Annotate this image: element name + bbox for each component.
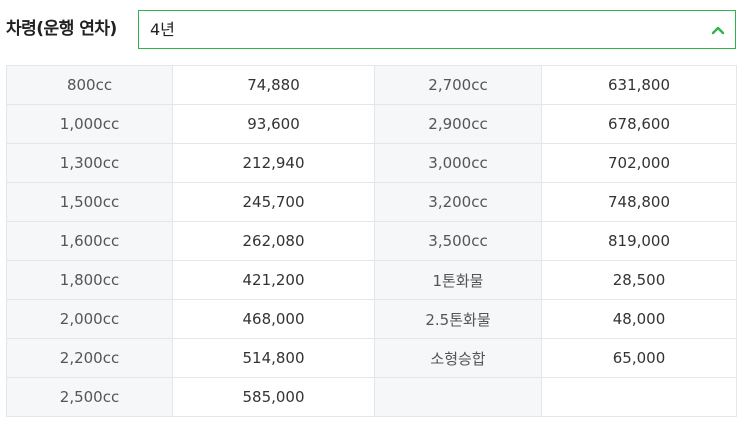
table-row: 1,600cc 262,080 3,500cc 819,000 — [6, 221, 737, 261]
displacement-cell: 1,800cc — [6, 260, 173, 300]
displacement-cell: 800cc — [6, 65, 173, 105]
vehicle-age-select[interactable]: 4년 — [138, 10, 736, 49]
table-row: 800cc 74,880 2,700cc 631,800 — [6, 65, 737, 105]
table-row: 2,500cc 585,000 — [6, 377, 737, 417]
table-row: 1,000cc 93,600 2,900cc 678,600 — [6, 104, 737, 144]
displacement-cell: 2,500cc — [6, 377, 173, 417]
chevron-up-icon[interactable] — [710, 22, 726, 38]
amount-cell: 702,000 — [541, 143, 737, 183]
amount-cell: 678,600 — [541, 104, 737, 144]
amount-cell: 421,200 — [172, 260, 375, 300]
amount-cell: 212,940 — [172, 143, 375, 183]
displacement-cell: 2,000cc — [6, 299, 173, 339]
amount-cell: 585,000 — [172, 377, 375, 417]
displacement-cell: 2,200cc — [6, 338, 173, 378]
table-row: 2,200cc 514,800 소형승합 65,000 — [6, 338, 737, 378]
displacement-cell: 3,500cc — [374, 221, 542, 261]
displacement-cell: 2,900cc — [374, 104, 542, 144]
vehicle-age-selected-value: 4년 — [150, 20, 175, 39]
displacement-cell: 3,200cc — [374, 182, 542, 222]
amount-cell: 93,600 — [172, 104, 375, 144]
table-row: 1,800cc 421,200 1톤화물 28,500 — [6, 260, 737, 300]
amount-cell: 631,800 — [541, 65, 737, 105]
empty-cell — [374, 377, 542, 417]
amount-cell: 468,000 — [172, 299, 375, 339]
displacement-cell: 1,000cc — [6, 104, 173, 144]
amount-cell: 262,080 — [172, 221, 375, 261]
tax-rate-table: 800cc 74,880 2,700cc 631,800 1,000cc 93,… — [6, 65, 737, 417]
vehicle-type-cell: 소형승합 — [374, 338, 542, 378]
amount-cell: 245,700 — [172, 182, 375, 222]
displacement-cell: 1,600cc — [6, 221, 173, 261]
amount-cell: 514,800 — [172, 338, 375, 378]
amount-cell: 65,000 — [541, 338, 737, 378]
table-row: 2,000cc 468,000 2.5톤화물 48,000 — [6, 299, 737, 339]
amount-cell: 748,800 — [541, 182, 737, 222]
filter-header: 차령(운행 연차) 4년 — [0, 10, 748, 49]
vehicle-age-label: 차령(운행 연차) — [6, 19, 117, 39]
displacement-cell: 1,500cc — [6, 182, 173, 222]
displacement-cell: 1,300cc — [6, 143, 173, 183]
vehicle-type-cell: 2.5톤화물 — [374, 299, 542, 339]
table-row: 1,500cc 245,700 3,200cc 748,800 — [6, 182, 737, 222]
amount-cell: 48,000 — [541, 299, 737, 339]
table-row: 1,300cc 212,940 3,000cc 702,000 — [6, 143, 737, 183]
displacement-cell: 3,000cc — [374, 143, 542, 183]
amount-cell: 819,000 — [541, 221, 737, 261]
amount-cell: 28,500 — [541, 260, 737, 300]
vehicle-type-cell: 1톤화물 — [374, 260, 542, 300]
amount-cell: 74,880 — [172, 65, 375, 105]
empty-cell — [541, 377, 737, 417]
displacement-cell: 2,700cc — [374, 65, 542, 105]
